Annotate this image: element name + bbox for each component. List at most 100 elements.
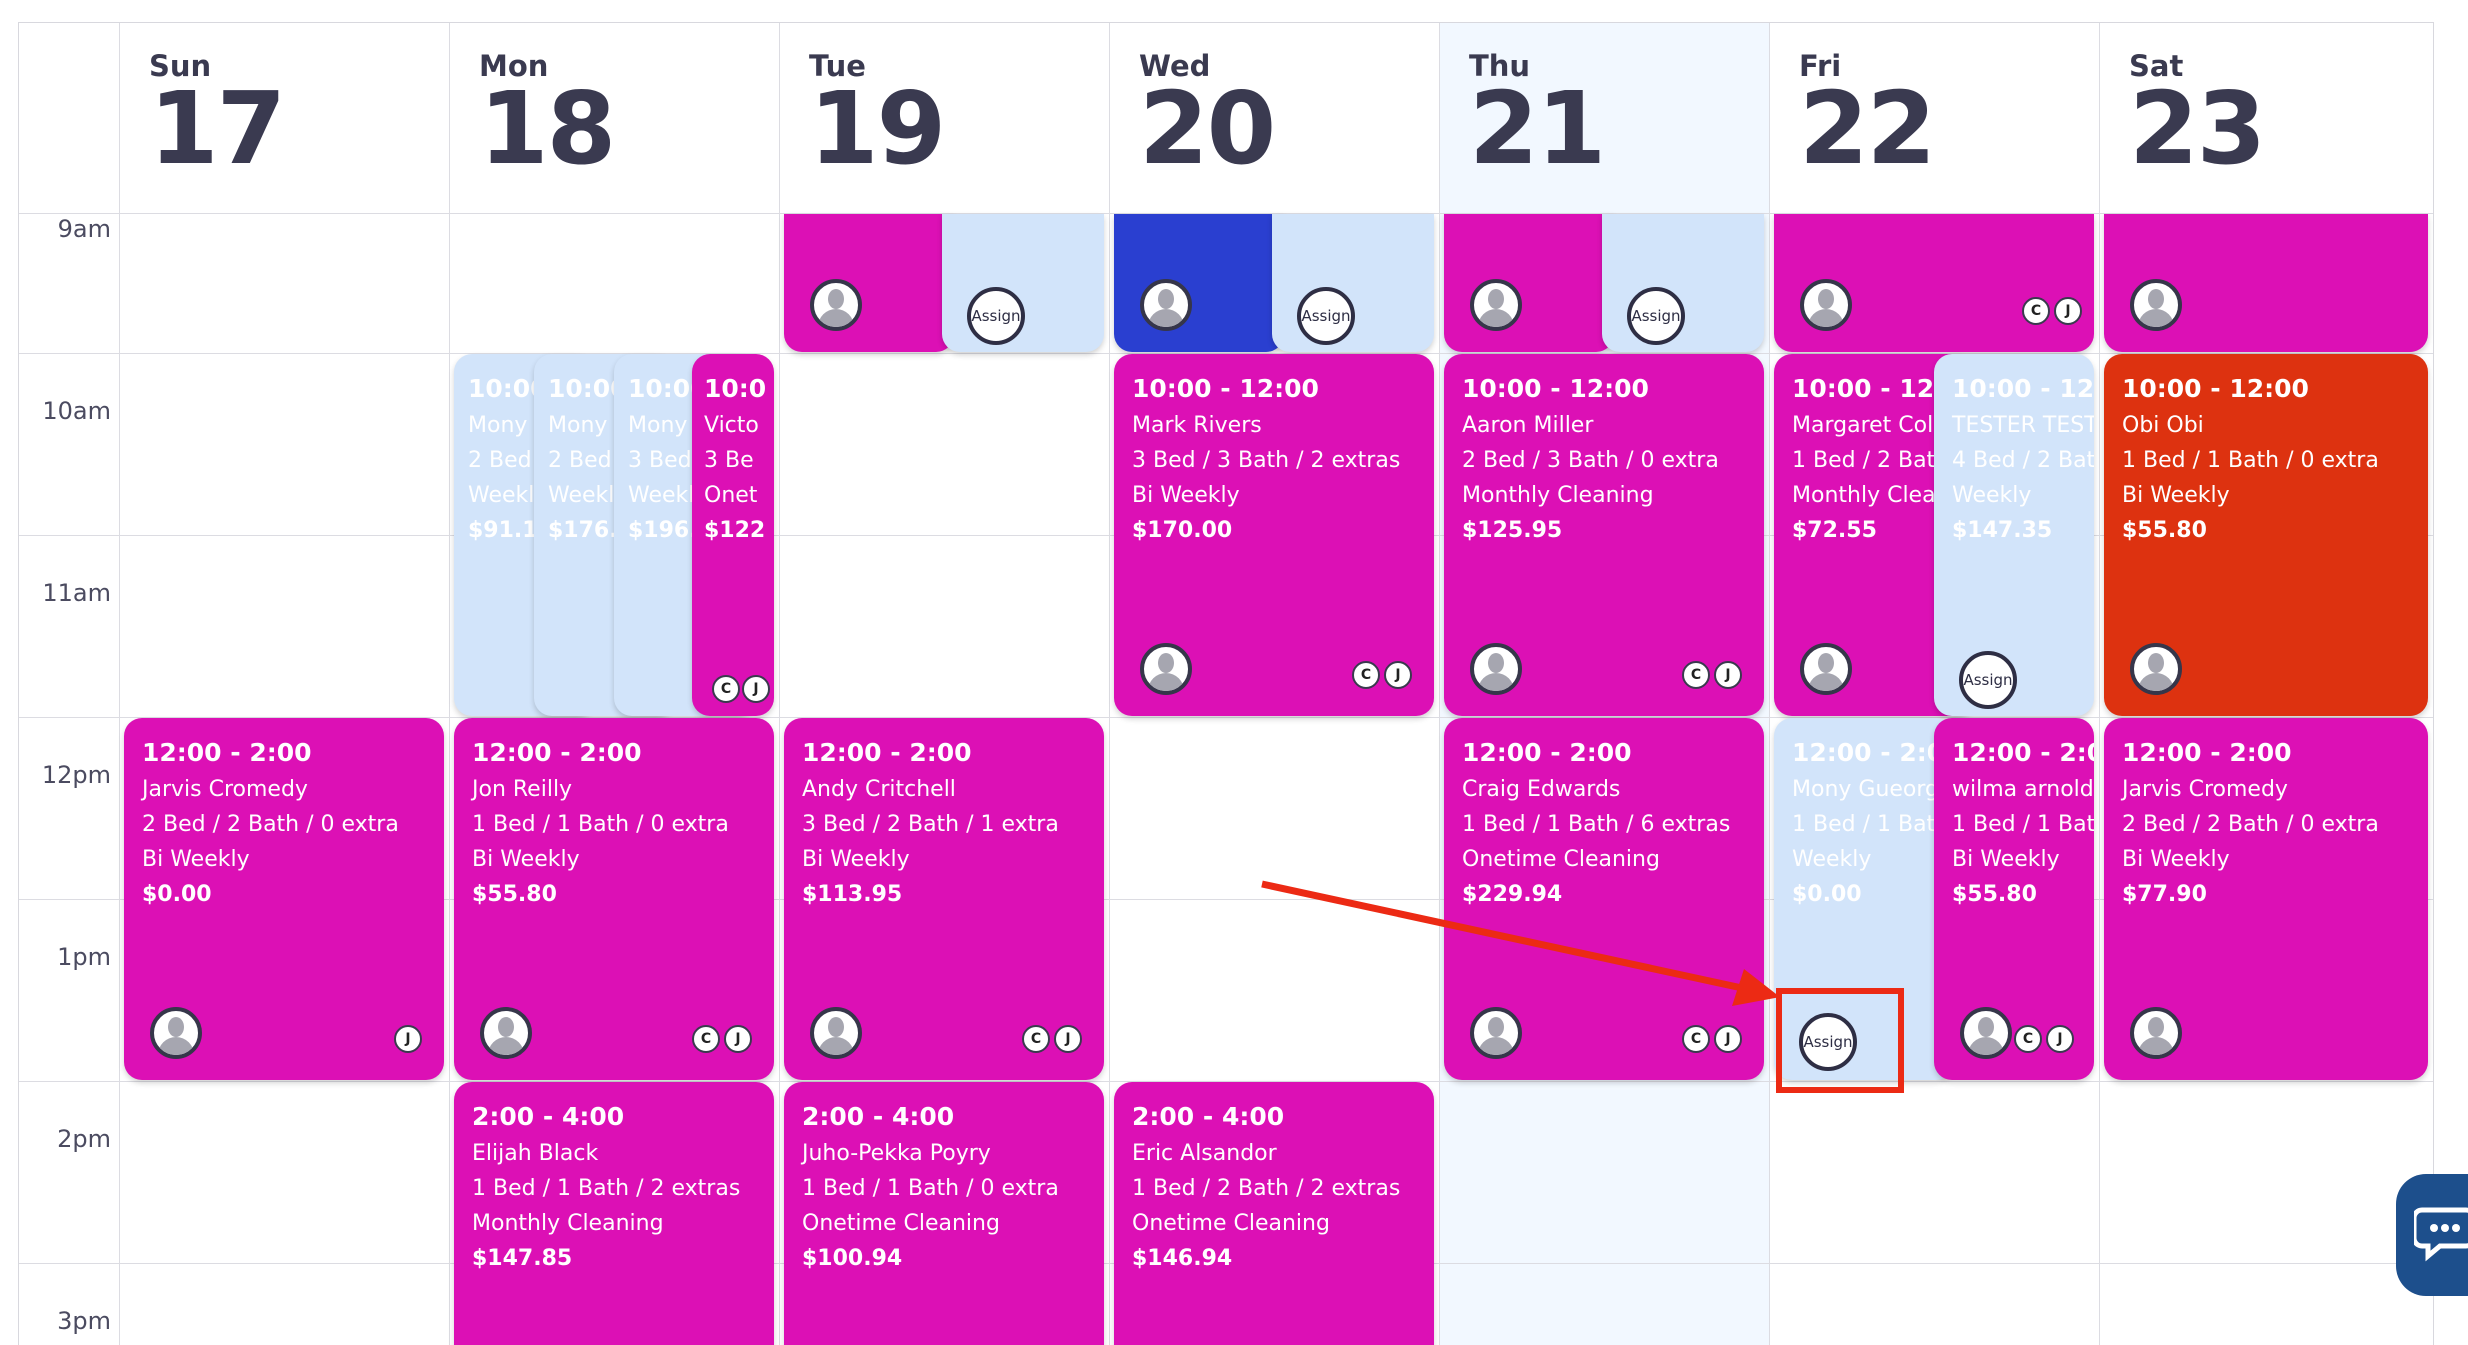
price: $229.94 xyxy=(1462,882,1563,907)
appointment-time: 12:00 - 2:0 xyxy=(1952,738,2094,767)
cleaner-avatar[interactable] xyxy=(1470,643,1522,695)
room-details: 1 Bed / 1 Bath / 0 extra xyxy=(2122,448,2379,473)
cleaner-avatar[interactable] xyxy=(1470,1007,1522,1059)
frequency: Onetime Cleaning xyxy=(1462,847,1660,872)
cleaner-badge-j: J xyxy=(394,1025,422,1053)
appointment-card-fri-12b[interactable]: 12:00 - 2:0 wilma arnold 1 Bed / 1 Bat B… xyxy=(1934,718,2094,1080)
cleaner-badge-j: J xyxy=(742,675,770,703)
appointment-time: 12:00 - 2:00 xyxy=(2122,738,2292,767)
cleaner-avatar[interactable] xyxy=(1140,279,1192,331)
cleaner-avatar[interactable] xyxy=(2130,643,2182,695)
customer-name: Mony Gueorgu xyxy=(1792,777,1953,802)
day-header-sat[interactable]: Sat 23 xyxy=(2099,23,2433,213)
price: $146.94 xyxy=(1132,1246,1233,1271)
cleaner-badge-j: J xyxy=(724,1025,752,1053)
customer-name: TESTER TESTI xyxy=(1952,413,2094,438)
assign-button[interactable]: Assign xyxy=(1297,287,1355,345)
assign-button[interactable]: Assign xyxy=(967,287,1025,345)
frequency: Bi Weekly xyxy=(2122,847,2230,872)
cleaner-avatar[interactable] xyxy=(480,1007,532,1059)
day-number: 19 xyxy=(809,70,946,187)
price: $55.80 xyxy=(2122,518,2207,543)
annotation-highlight-box xyxy=(1776,988,1904,1093)
customer-name: Jarvis Cromedy xyxy=(142,777,308,802)
appointment-card-thu-9[interactable] xyxy=(1444,214,1614,352)
day-number: 18 xyxy=(479,70,616,187)
cleaner-avatar[interactable] xyxy=(810,279,862,331)
appointment-time: 12:00 - 2:00 xyxy=(142,738,312,767)
frequency: Bi Weekly xyxy=(142,847,250,872)
cleaner-badge-c: C xyxy=(712,675,740,703)
appointment-card-wed-9[interactable] xyxy=(1114,214,1284,352)
cleaner-badge-j: J xyxy=(2054,297,2082,325)
frequency: Bi Weekly xyxy=(472,847,580,872)
assign-button[interactable]: Assign xyxy=(1627,287,1685,345)
appointment-card-mon-2[interactable]: 2:00 - 4:00 Elijah Black 1 Bed / 1 Bath … xyxy=(454,1082,774,1345)
price: $170.00 xyxy=(1132,518,1233,543)
room-details: 1 Bed / 1 Bath / 6 extras xyxy=(1462,812,1731,837)
appointment-time: 12:00 - 2:00 xyxy=(802,738,972,767)
room-details: 1 Bed / 1 Bath / 0 extra xyxy=(802,1176,1059,1201)
assign-button[interactable]: Assign xyxy=(1959,651,2017,709)
price: $55.80 xyxy=(472,882,557,907)
cleaner-avatar[interactable] xyxy=(2130,1007,2182,1059)
room-details: 2 Bed / 2 Bath / 0 extra xyxy=(142,812,399,837)
price: $55.80 xyxy=(1952,882,2037,907)
customer-name: Obi Obi xyxy=(2122,413,2204,438)
unassigned-card-tue-9[interactable] xyxy=(942,214,1104,352)
week-calendar: Sun 17 Mon 18 Tue 19 Wed 20 Thu 21 Fri 2… xyxy=(18,22,2434,1345)
room-details: 3 Bed / 3 Bath / 2 extras xyxy=(1132,448,1401,473)
time-label-9am: 9am xyxy=(57,215,111,243)
cleaner-badge-c: C xyxy=(1682,1025,1710,1053)
customer-name: wilma arnold xyxy=(1952,777,2094,802)
customer-name: Jarvis Cromedy xyxy=(2122,777,2288,802)
appointment-time: 12:00 - 2:00 xyxy=(1462,738,1632,767)
appointment-time: 2:00 - 4:00 xyxy=(472,1102,625,1131)
time-label-11am: 11am xyxy=(42,579,111,607)
customer-name: Eric Alsandor xyxy=(1132,1141,1277,1166)
unassigned-card-thu-9[interactable] xyxy=(1602,214,1764,352)
cleaner-badge-c: C xyxy=(2014,1025,2042,1053)
cleaner-avatar[interactable] xyxy=(1960,1007,2012,1059)
cleaner-avatar[interactable] xyxy=(150,1007,202,1059)
cleaner-avatar[interactable] xyxy=(1800,279,1852,331)
appointment-card-wed-2[interactable]: 2:00 - 4:00 Eric Alsandor 1 Bed / 2 Bath… xyxy=(1114,1082,1434,1345)
day-number: 23 xyxy=(2129,70,2266,187)
cleaner-avatar[interactable] xyxy=(1470,279,1522,331)
time-label-1pm: 1pm xyxy=(57,943,111,971)
unassigned-card-fri-10b[interactable]: 10:00 - 12: TESTER TESTI 4 Bed / 2 Bat W… xyxy=(1934,354,2094,716)
day-column-sun[interactable] xyxy=(119,23,450,1345)
day-header-mon[interactable]: Mon 18 xyxy=(449,23,779,213)
customer-name: Victo xyxy=(704,413,759,438)
customer-name: Andy Critchell xyxy=(802,777,956,802)
day-header-tue[interactable]: Tue 19 xyxy=(779,23,1109,213)
appointment-time: 10:00 - 12:00 xyxy=(2122,374,2309,403)
day-header-thu[interactable]: Thu 21 xyxy=(1439,23,1769,213)
cleaner-avatar[interactable] xyxy=(2130,279,2182,331)
unassigned-card-wed-9[interactable] xyxy=(1272,214,1434,352)
cleaner-badge-c: C xyxy=(1682,661,1710,689)
appointment-card-tue-2[interactable]: 2:00 - 4:00 Juho-Pekka Poyry 1 Bed / 1 B… xyxy=(784,1082,1104,1345)
cleaner-avatar[interactable] xyxy=(1140,643,1192,695)
room-details: 2 Bed / 3 Bath / 0 extra xyxy=(1462,448,1719,473)
room-details: 1 Bed / 2 Bath / 2 extras xyxy=(1132,1176,1401,1201)
appointment-time: 12:00 - 2:00 xyxy=(472,738,642,767)
frequency: Bi Weekly xyxy=(1952,847,2060,872)
room-details: 3 Be xyxy=(704,448,754,473)
day-header-wed[interactable]: Wed 20 xyxy=(1109,23,1439,213)
price: $122 xyxy=(704,518,766,543)
appointment-card-mon-10d[interactable]: 10:0 Victo 3 Be Onet $122 xyxy=(692,354,774,716)
day-number: 20 xyxy=(1139,70,1276,187)
frequency: Monthly Cleaning xyxy=(472,1211,664,1236)
cleaner-avatar[interactable] xyxy=(810,1007,862,1059)
time-label-12pm: 12pm xyxy=(41,761,111,789)
cleaner-badge-c: C xyxy=(2022,297,2050,325)
appointment-card-tue-9[interactable] xyxy=(784,214,954,352)
day-header-sun[interactable]: Sun 17 xyxy=(119,23,449,213)
room-details: 1 Bed / 1 Bat xyxy=(1952,812,2094,837)
frequency: Bi Weekly xyxy=(802,847,910,872)
cleaner-avatar[interactable] xyxy=(1800,643,1852,695)
chat-widget-button[interactable] xyxy=(2396,1174,2468,1296)
day-number: 17 xyxy=(149,70,286,187)
day-header-fri[interactable]: Fri 22 xyxy=(1769,23,2099,213)
